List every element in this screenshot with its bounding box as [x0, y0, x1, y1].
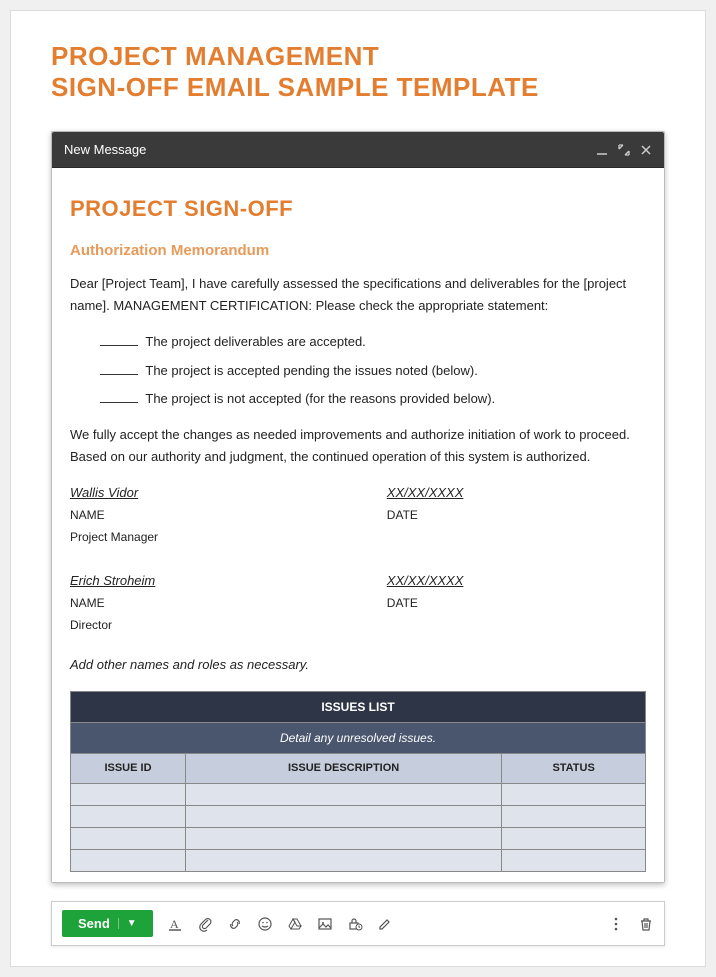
drive-icon[interactable] — [287, 916, 303, 932]
table-row — [71, 828, 646, 850]
send-button[interactable]: Send ▼ — [62, 910, 153, 937]
col-issue-id: ISSUE ID — [71, 754, 186, 784]
certification-options: The project deliverables are accepted. T… — [100, 331, 646, 409]
header-title: New Message — [64, 142, 146, 157]
sig2-name-label: NAME — [70, 596, 105, 610]
svg-text:A: A — [170, 917, 179, 931]
send-caret-icon[interactable]: ▼ — [118, 918, 137, 929]
sig1-role: Project Manager — [70, 530, 158, 544]
page-title: PROJECT MANAGEMENT SIGN-OFF EMAIL SAMPLE… — [51, 41, 665, 103]
link-icon[interactable] — [227, 916, 243, 932]
signature-1: Wallis Vidor NAME Project Manager XX/XX/… — [70, 482, 646, 548]
send-label: Send — [78, 916, 110, 931]
more-icon[interactable] — [608, 916, 624, 932]
sig1-name: Wallis Vidor — [70, 482, 270, 504]
emoji-icon[interactable] — [257, 916, 273, 932]
expand-icon[interactable] — [618, 144, 630, 156]
sig2-role: Director — [70, 618, 112, 632]
format-icon[interactable]: A — [167, 916, 183, 932]
sig1-name-label: NAME — [70, 508, 105, 522]
email-header: New Message — [52, 132, 664, 168]
issues-table: ISSUES LIST Detail any unresolved issues… — [70, 691, 646, 872]
email-window: New Message PROJECT SIGN-OFF Authorizati… — [51, 131, 665, 883]
compose-toolbar: Send ▼ A — [51, 901, 665, 946]
issues-subtitle: Detail any unresolved issues. — [71, 722, 646, 753]
sig1-date-label: DATE — [387, 508, 418, 522]
lock-clock-icon[interactable] — [347, 916, 363, 932]
option-3: The project is not accepted (for the rea… — [100, 388, 646, 410]
sub-heading: Authorization Memorandum — [70, 238, 646, 264]
option-1: The project deliverables are accepted. — [100, 331, 646, 353]
pen-icon[interactable] — [377, 916, 393, 932]
sig1-date: XX/XX/XXXX — [387, 482, 487, 504]
issues-title: ISSUES LIST — [71, 691, 646, 722]
option-3-text: The project is not accepted (for the rea… — [145, 391, 495, 406]
col-status: STATUS — [502, 754, 646, 784]
table-row — [71, 806, 646, 828]
col-issue-desc: ISSUE DESCRIPTION — [186, 754, 502, 784]
option-1-text: The project deliverables are accepted. — [145, 334, 365, 349]
signature-2: Erich Stroheim NAME Director XX/XX/XXXX … — [70, 570, 646, 636]
email-body: PROJECT SIGN-OFF Authorization Memorandu… — [52, 168, 664, 882]
window-controls — [596, 144, 652, 156]
option-2: The project is accepted pending the issu… — [100, 360, 646, 382]
title-line-1: PROJECT MANAGEMENT — [51, 41, 379, 71]
acceptance-text: We fully accept the changes as needed im… — [70, 424, 646, 468]
table-row — [71, 784, 646, 806]
section-heading: PROJECT SIGN-OFF — [70, 190, 646, 227]
attach-icon[interactable] — [197, 916, 213, 932]
trash-icon[interactable] — [638, 916, 654, 932]
document-page: PROJECT MANAGEMENT SIGN-OFF EMAIL SAMPLE… — [10, 10, 706, 967]
image-icon[interactable] — [317, 916, 333, 932]
table-row — [71, 850, 646, 872]
title-line-2: SIGN-OFF EMAIL SAMPLE TEMPLATE — [51, 72, 539, 102]
close-icon[interactable] — [640, 144, 652, 156]
option-2-text: The project is accepted pending the issu… — [145, 363, 477, 378]
sig2-date-label: DATE — [387, 596, 418, 610]
intro-text: Dear [Project Team], I have carefully as… — [70, 273, 646, 317]
sig2-date: XX/XX/XXXX — [387, 570, 487, 592]
note-text: Add other names and roles as necessary. — [70, 654, 646, 676]
minimize-icon[interactable] — [596, 144, 608, 156]
sig2-name: Erich Stroheim — [70, 570, 270, 592]
